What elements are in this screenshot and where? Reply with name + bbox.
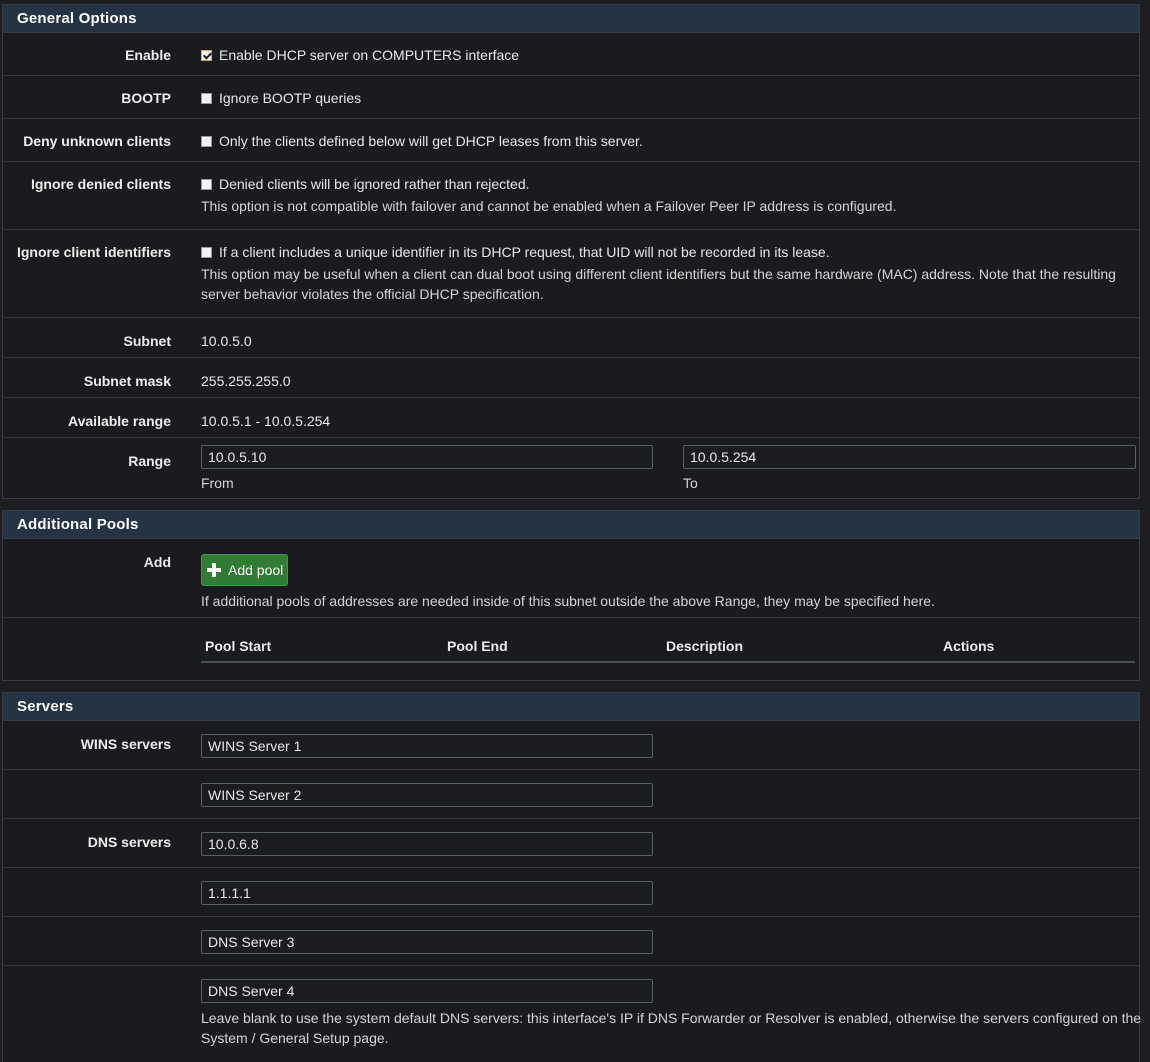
dns-server-2-input[interactable]: 1.1.1.1 (201, 881, 653, 905)
dns-server-3-input[interactable]: DNS Server 3 (201, 930, 653, 954)
ignore-denied-checkbox[interactable] (201, 179, 212, 190)
ignore-uid-text: If a client includes a unique identifier… (219, 244, 830, 260)
plus-icon (207, 563, 221, 577)
subnet-value: 10.0.5.0 (201, 333, 252, 349)
dns-server-1-input[interactable]: 10.0.6.8 (201, 832, 653, 856)
subnet-mask-label: Subnet mask (83, 373, 171, 389)
range-from-input[interactable]: 10.0.5.10 (201, 445, 653, 469)
ignore-uid-checkbox[interactable] (201, 247, 212, 258)
enable-checkbox[interactable] (201, 50, 212, 61)
additional-pools-panel: Additional Pools Add Add pool If additio… (2, 510, 1140, 681)
wins-server-2-input[interactable]: WINS Server 2 (201, 783, 653, 807)
servers-panel: Servers WINS servers WINS Server 1 WINS … (2, 692, 1142, 1062)
panel-heading-pools: Additional Pools (3, 511, 1139, 539)
deny-unknown-checkbox[interactable] (201, 136, 212, 147)
available-range-value: 10.0.5.1 - 10.0.5.254 (201, 413, 331, 429)
range-to-help: To (683, 475, 698, 491)
col-pool-end: Pool End (447, 638, 508, 654)
row-wins-2: WINS Server 2 (3, 770, 1139, 819)
col-pool-start: Pool Start (205, 638, 272, 654)
row-range: Range 10.0.5.10 From 10.0.5.254 To (3, 438, 1139, 498)
row-dns-4: DNS Server 4 Leave blank to use the syst… (3, 966, 1142, 1061)
available-range-label: Available range (68, 413, 171, 429)
deny-unknown-label: Deny unknown clients (23, 133, 171, 149)
pools-table: Pool Start Pool End Description Actions (3, 618, 1139, 680)
dns-label: DNS servers (87, 834, 171, 850)
wins-server-1-input[interactable]: WINS Server 1 (201, 734, 653, 758)
row-bootp: BOOTP Ignore BOOTP queries (3, 76, 1139, 119)
row-dns-1: DNS servers 10.0.6.8 (3, 819, 1139, 868)
bootp-checkbox[interactable] (201, 93, 212, 104)
add-label: Add (143, 554, 171, 570)
range-label: Range (128, 453, 171, 469)
subnet-label: Subnet (123, 333, 171, 349)
dns-server-4-input[interactable]: DNS Server 4 (201, 979, 653, 1003)
ignore-denied-text: Denied clients will be ignored rather th… (219, 176, 530, 192)
deny-unknown-text: Only the clients defined below will get … (219, 133, 643, 149)
add-pool-button-label: Add pool (228, 562, 284, 578)
row-subnet-mask: Subnet mask 255.255.255.0 (3, 358, 1139, 398)
ignore-denied-label: Ignore denied clients (30, 176, 171, 192)
general-options-panel: General Options Enable Enable DHCP serve… (2, 4, 1140, 499)
add-pool-button[interactable]: Add pool (201, 554, 288, 586)
subnet-mask-value: 255.255.255.0 (201, 373, 291, 389)
dns-help-2: System / General Setup page. (201, 1030, 389, 1046)
ignore-uid-help-2: server behavior violates the official DH… (201, 286, 544, 302)
enable-label: Enable (125, 47, 171, 63)
range-to-input[interactable]: 10.0.5.254 (683, 445, 1136, 469)
panel-heading-general: General Options (3, 5, 1139, 33)
ignore-denied-help: This option is not compatible with failo… (201, 198, 897, 214)
row-add-pool: Add Add pool If additional pools of addr… (3, 539, 1139, 618)
enable-text: Enable DHCP server on COMPUTERS interfac… (219, 47, 520, 63)
col-description: Description (666, 638, 744, 654)
bootp-label: BOOTP (121, 90, 171, 106)
panel-heading-servers: Servers (3, 693, 1139, 721)
bootp-text: Ignore BOOTP queries (219, 90, 362, 106)
wins-label: WINS servers (80, 736, 171, 752)
ignore-uid-label: Ignore client identifiers (16, 244, 171, 260)
row-deny-unknown: Deny unknown clients Only the clients de… (3, 119, 1139, 162)
dns-help-1: Leave blank to use the system default DN… (201, 1010, 1142, 1026)
row-dns-3: DNS Server 3 (3, 917, 1139, 966)
row-subnet: Subnet 10.0.5.0 (3, 318, 1139, 358)
row-ignore-uid: Ignore client identifiers If a client in… (3, 230, 1139, 318)
col-actions: Actions (943, 638, 995, 654)
row-wins-1: WINS servers WINS Server 1 (3, 721, 1139, 770)
range-from-help: From (201, 475, 234, 491)
table-header-divider (201, 661, 1135, 663)
row-available-range: Available range 10.0.5.1 - 10.0.5.254 (3, 398, 1139, 438)
row-dns-2: 1.1.1.1 (3, 868, 1139, 917)
row-enable: Enable Enable DHCP server on COMPUTERS i… (3, 33, 1139, 76)
row-ignore-denied: Ignore denied clients Denied clients wil… (3, 162, 1139, 230)
ignore-uid-help-1: This option may be useful when a client … (201, 266, 1116, 282)
add-pool-help: If additional pools of addresses are nee… (201, 593, 935, 609)
